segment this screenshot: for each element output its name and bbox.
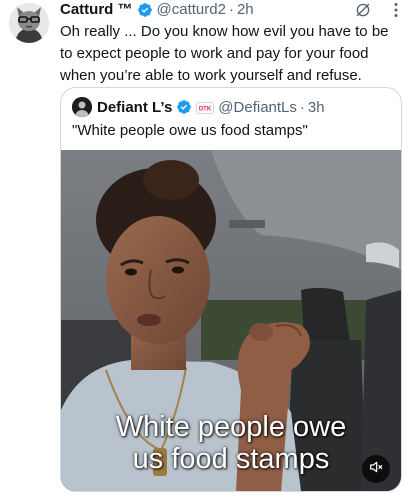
quoted-header: Defiant L’s DTK @DefiantLs · 3h (72, 97, 325, 117)
video-caption-line-2: us food stamps (132, 443, 330, 475)
quoted-timestamp[interactable]: 3h (308, 99, 325, 116)
separator: · (228, 1, 234, 18)
quoted-tweet-text: "White people owe us food stamps" (72, 122, 308, 139)
quoted-verified-badge-icon (176, 99, 192, 115)
quoted-author-avatar[interactable] (72, 97, 92, 117)
timestamp[interactable]: 2h (237, 0, 254, 20)
grok-icon[interactable] (354, 1, 372, 19)
mute-button[interactable] (362, 455, 390, 483)
author-handle[interactable]: @catturd2 (157, 0, 226, 20)
author-avatar[interactable] (9, 3, 49, 43)
quoted-tweet[interactable]: Defiant L’s DTK @DefiantLs · 3h "White p… (60, 87, 402, 492)
affiliate-badge-icon: DTK (196, 101, 215, 114)
quoted-author-name[interactable]: Defiant L’s (97, 99, 172, 116)
quoted-separator: · (299, 98, 305, 116)
tweet[interactable]: Catturd ™ @catturd2 · 2h Oh really ... D… (0, 0, 412, 500)
more-options-icon[interactable] (388, 2, 404, 18)
volume-muted-icon (368, 459, 384, 480)
video-caption-line-1: White people owe (115, 411, 347, 443)
tweet-text: Oh really ... Do you know how evil you h… (60, 23, 389, 84)
verified-badge-icon (137, 2, 153, 18)
tweet-header: Catturd ™ @catturd2 · 2h (60, 0, 254, 20)
video-player[interactable]: White people owe us food stamps (61, 150, 401, 491)
author-name[interactable]: Catturd ™ (60, 0, 133, 20)
svg-text:DTK: DTK (199, 107, 212, 113)
quoted-author-handle[interactable]: @DefiantLs (218, 99, 297, 116)
